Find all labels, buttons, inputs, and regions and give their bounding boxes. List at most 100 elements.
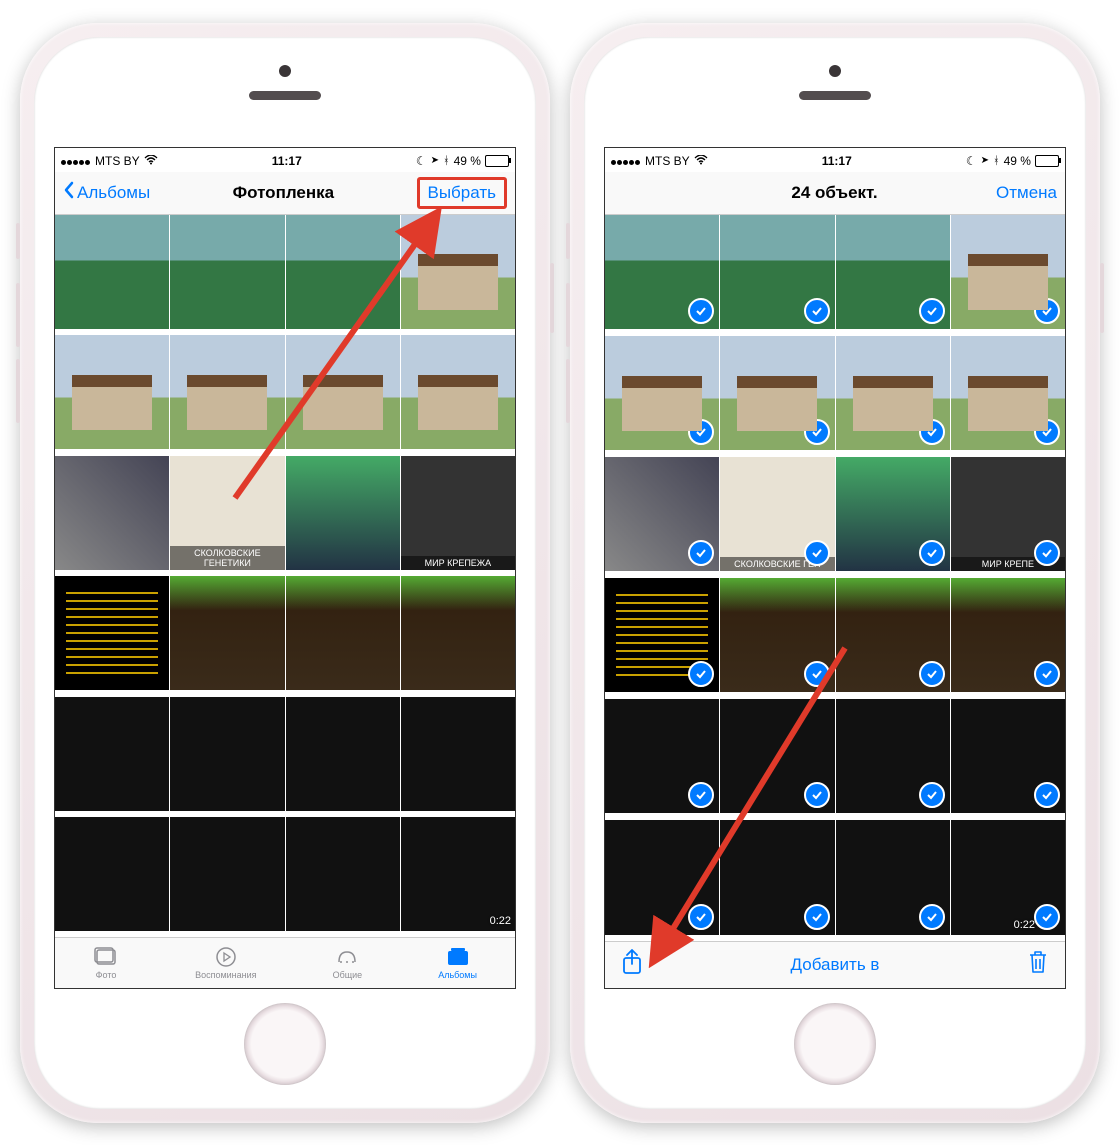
toolbar: Добавить в <box>605 941 1065 988</box>
photo-thumb[interactable] <box>401 697 515 811</box>
photo-thumb[interactable] <box>836 457 950 571</box>
thumb-caption: СКОЛКОВСКИЕ ГЕНЕТИКИ <box>170 546 284 570</box>
signal-dots-icon <box>611 154 641 168</box>
photo-thumb[interactable]: МИР КРЕПЕЖА <box>401 456 515 570</box>
check-icon <box>919 904 945 930</box>
cancel-button[interactable]: Отмена <box>996 183 1057 203</box>
phone-mockup-left: MTS BY 11:17 ☾ ➤ ᚼ 49 % Альбомы Фот <box>20 23 550 1123</box>
photo-thumb[interactable] <box>951 699 1065 813</box>
carrier-label: MTS BY <box>645 154 690 168</box>
add-to-button[interactable]: Добавить в <box>791 955 880 975</box>
photo-thumb[interactable] <box>605 215 719 329</box>
photo-thumb[interactable] <box>170 335 284 449</box>
photo-thumb[interactable] <box>605 457 719 571</box>
photo-thumb[interactable] <box>836 820 950 934</box>
tab-photos[interactable]: Фото <box>93 946 119 980</box>
bluetooth-icon: ᚼ <box>443 155 450 167</box>
photo-thumb[interactable] <box>286 335 400 449</box>
check-icon <box>1034 298 1060 324</box>
photo-thumb[interactable] <box>170 215 284 329</box>
thumb-caption: МИР КРЕПЕЖА <box>401 556 515 570</box>
select-button[interactable]: Выбрать <box>417 177 507 209</box>
photo-thumb[interactable] <box>55 697 169 811</box>
photo-thumb[interactable] <box>55 456 169 570</box>
photo-thumb[interactable] <box>836 578 950 692</box>
nav-title: Фотопленка <box>233 183 335 203</box>
photo-thumb[interactable] <box>170 576 284 690</box>
check-icon <box>688 661 714 687</box>
share-icon <box>621 961 643 980</box>
photo-thumb[interactable] <box>401 215 515 329</box>
wifi-icon <box>694 154 708 168</box>
check-icon <box>1034 419 1060 445</box>
photo-thumb[interactable] <box>720 336 834 450</box>
photo-grid[interactable]: СКОЛКОВСКИЕ ГЕНЕТИКИ МИР КРЕПЕЖА 0:22 <box>55 215 515 937</box>
photo-thumb[interactable] <box>605 699 719 813</box>
check-icon <box>688 782 714 808</box>
home-button[interactable] <box>794 1003 876 1085</box>
photo-thumb[interactable] <box>720 578 834 692</box>
battery-pct: 49 % <box>454 154 481 168</box>
photo-thumb[interactable] <box>836 699 950 813</box>
share-button[interactable] <box>621 948 643 981</box>
nav-bar: 24 объект. Отмена <box>605 172 1065 215</box>
nav-title: 24 объект. <box>791 183 877 203</box>
photo-thumb[interactable] <box>55 335 169 449</box>
photo-thumb[interactable] <box>951 215 1065 329</box>
nav-bar: Альбомы Фотопленка Выбрать <box>55 172 515 215</box>
photo-thumb[interactable] <box>951 578 1065 692</box>
tab-albums[interactable]: Альбомы <box>438 946 477 980</box>
status-bar: MTS BY 11:17 ☾ ➤ ᚼ 49 % <box>605 148 1065 172</box>
photo-thumb[interactable] <box>605 336 719 450</box>
photo-thumb[interactable] <box>720 820 834 934</box>
video-duration-badge: 0:22 <box>490 915 511 927</box>
home-button[interactable] <box>244 1003 326 1085</box>
check-icon <box>804 419 830 445</box>
photo-thumb[interactable]: МИР КРЕПЕ <box>951 457 1065 571</box>
photo-thumb[interactable] <box>951 336 1065 450</box>
status-time: 11:17 <box>822 154 852 168</box>
photo-thumb[interactable]: СКОЛКОВСКИЕ ГЕНЕТИКИ <box>170 456 284 570</box>
photo-thumb[interactable]: 0:22 <box>401 817 515 931</box>
photo-thumb[interactable] <box>170 697 284 811</box>
check-icon <box>919 540 945 566</box>
photo-thumb[interactable] <box>401 335 515 449</box>
photo-thumb[interactable] <box>55 215 169 329</box>
status-bar: MTS BY 11:17 ☾ ➤ ᚼ 49 % <box>55 148 515 172</box>
photo-thumb[interactable] <box>170 817 284 931</box>
photo-thumb[interactable]: СКОЛКОВСКИЕ ГЕН <box>720 457 834 571</box>
photo-thumb[interactable] <box>286 215 400 329</box>
check-icon <box>919 419 945 445</box>
check-icon <box>688 904 714 930</box>
check-icon <box>919 661 945 687</box>
photo-thumb[interactable] <box>605 578 719 692</box>
photo-thumb[interactable] <box>286 697 400 811</box>
photo-thumb[interactable] <box>605 820 719 934</box>
tab-shared[interactable]: Общие <box>333 946 363 980</box>
trash-icon <box>1027 960 1049 979</box>
location-icon: ➤ <box>981 155 989 166</box>
back-button[interactable]: Альбомы <box>63 181 150 204</box>
photo-thumb[interactable] <box>55 576 169 690</box>
moon-icon: ☾ <box>416 154 427 168</box>
delete-button[interactable] <box>1027 949 1049 980</box>
check-icon <box>804 904 830 930</box>
photo-thumb[interactable] <box>55 817 169 931</box>
screen-left: MTS BY 11:17 ☾ ➤ ᚼ 49 % Альбомы Фот <box>54 147 516 989</box>
photo-grid[interactable]: СКОЛКОВСКИЕ ГЕН МИР КРЕПЕ 0:22 <box>605 215 1065 941</box>
photo-thumb[interactable] <box>836 336 950 450</box>
wifi-icon <box>144 154 158 168</box>
shared-tab-icon <box>334 946 360 968</box>
photo-thumb[interactable] <box>286 456 400 570</box>
photo-thumb[interactable] <box>836 215 950 329</box>
photo-thumb[interactable] <box>720 699 834 813</box>
battery-pct: 49 % <box>1004 154 1031 168</box>
check-icon <box>804 540 830 566</box>
photo-thumb[interactable] <box>720 215 834 329</box>
photo-thumb[interactable] <box>286 576 400 690</box>
tab-memories[interactable]: Воспоминания <box>195 946 256 980</box>
tab-label: Воспоминания <box>195 970 256 980</box>
photo-thumb[interactable] <box>286 817 400 931</box>
photo-thumb[interactable]: 0:22 <box>951 820 1065 934</box>
photo-thumb[interactable] <box>401 576 515 690</box>
